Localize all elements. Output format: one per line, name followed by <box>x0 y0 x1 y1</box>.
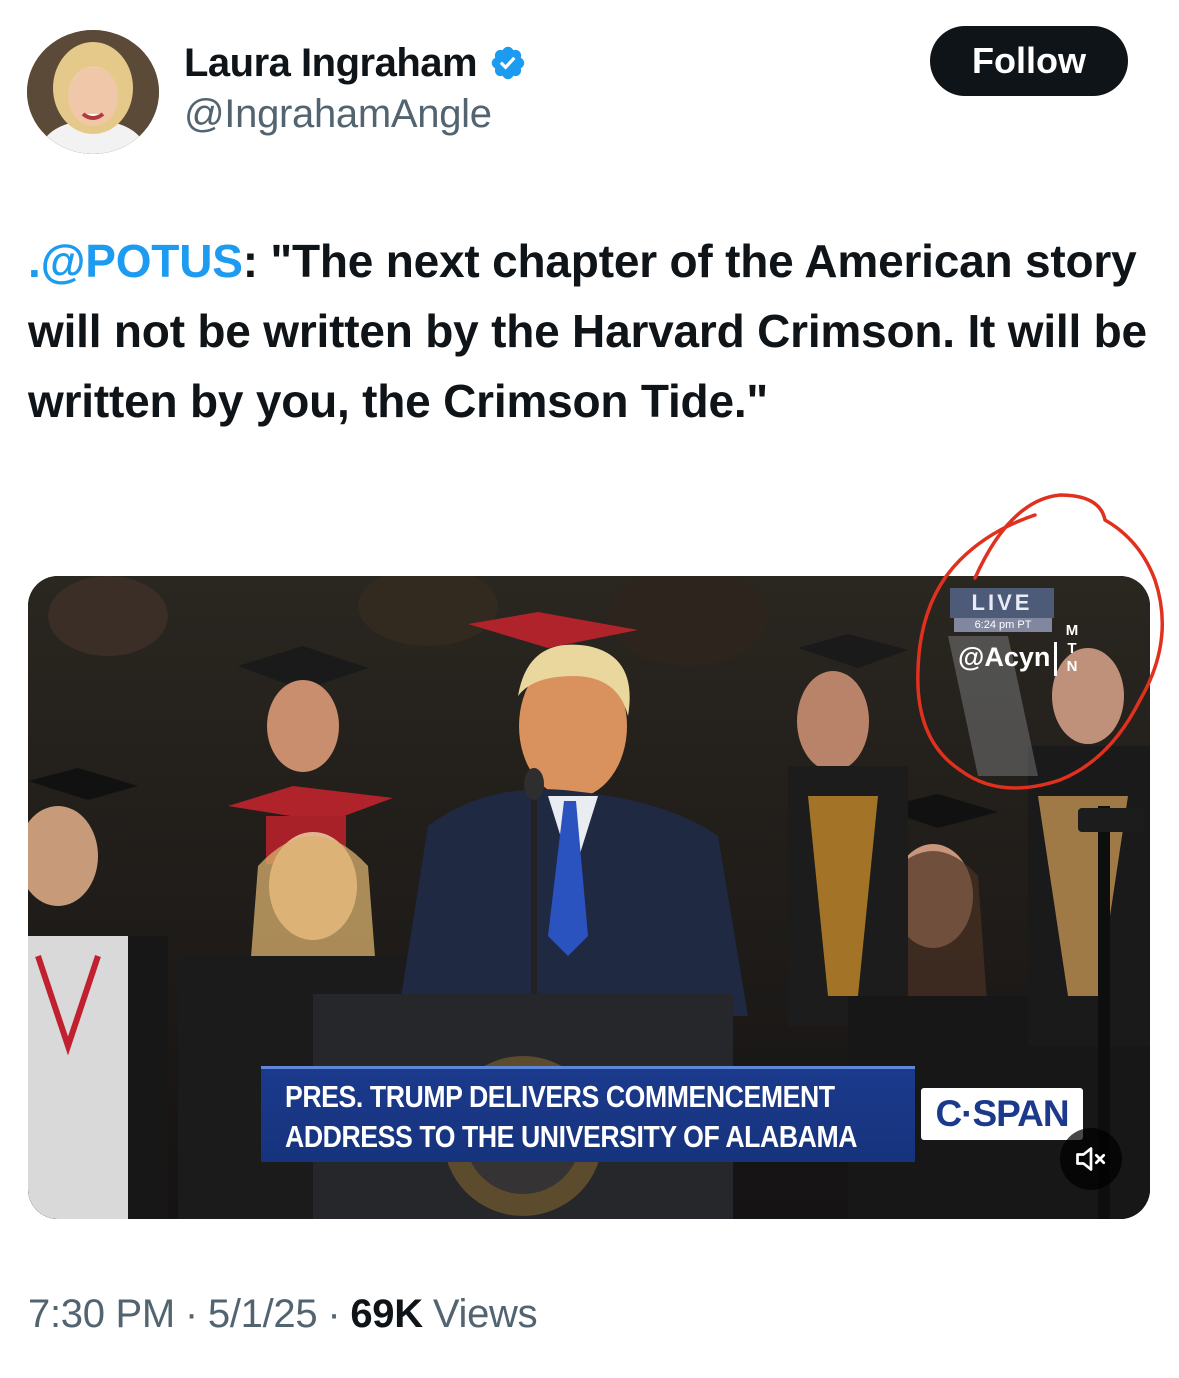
watermark-divider <box>1054 642 1057 676</box>
views-count[interactable]: 69K <box>350 1292 423 1337</box>
tweet-meta: 7:30 PM · 5/1/25 · 69K Views <box>28 1292 538 1337</box>
tweet-date[interactable]: 5/1/25 <box>208 1292 318 1337</box>
author-name-row: Laura Ingraham <box>184 38 527 88</box>
meta-separator: · <box>184 1292 198 1336</box>
video-player[interactable]: LIVE 6:24 pm PT @Acyn M T N PRES. TRUMP … <box>28 576 1150 1219</box>
unmute-button[interactable] <box>1060 1128 1122 1190</box>
news-chyron: PRES. TRUMP DELIVERS COMMENCEMENT ADDRES… <box>261 1066 915 1162</box>
mention-link[interactable]: .@POTUS <box>28 235 243 287</box>
chyron-line-1: PRES. TRUMP DELIVERS COMMENCEMENT <box>285 1079 835 1114</box>
author-avatar[interactable] <box>27 30 159 154</box>
tweet-time[interactable]: 7:30 PM <box>28 1292 175 1337</box>
chyron-line-2: ADDRESS TO THE UNIVERSITY OF ALABAMA <box>285 1119 858 1154</box>
live-time: 6:24 pm PT <box>954 618 1052 632</box>
meta-separator: · <box>327 1292 341 1336</box>
follow-button[interactable]: Follow <box>930 26 1128 96</box>
live-indicator: LIVE <box>950 588 1054 618</box>
author-handle[interactable]: @IngrahamAngle <box>184 92 492 137</box>
tweet-text: .@POTUS: "The next chapter of the Americ… <box>28 226 1158 436</box>
author-display-name[interactable]: Laura Ingraham <box>184 41 478 86</box>
network-logo: C·SPAN <box>921 1088 1083 1140</box>
views-label: Views <box>432 1292 538 1336</box>
watermark-side-text: M T N <box>1065 622 1079 675</box>
speaker-muted-icon <box>1076 1147 1106 1171</box>
source-watermark: @Acyn <box>958 642 1051 672</box>
verified-badge-icon <box>491 46 525 80</box>
